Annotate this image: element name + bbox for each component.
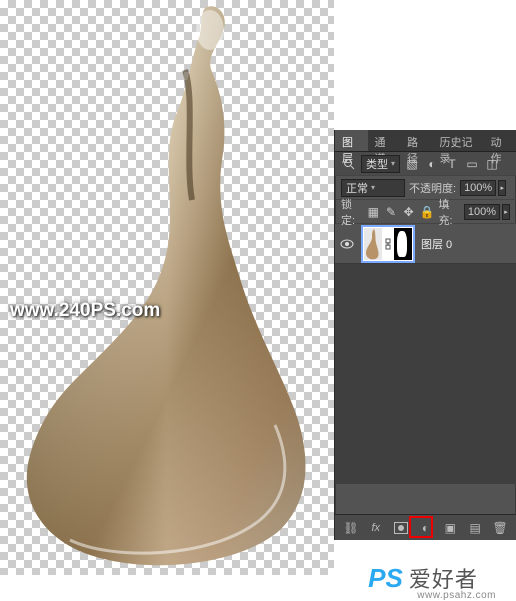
trash-icon[interactable]: 🗑: [492, 520, 508, 536]
footer-ps-text: PS: [368, 563, 403, 594]
tab-actions[interactable]: 动作: [484, 130, 516, 151]
filter-smart-icon[interactable]: ◫: [484, 156, 500, 172]
layer-row[interactable]: 图层 0: [335, 224, 516, 264]
filter-kind-label: 类型: [366, 156, 388, 172]
blend-mode-select[interactable]: 正常 ▾: [341, 179, 405, 197]
opacity-value: 100%: [460, 180, 496, 196]
lock-fill-row: 锁定: ▦ ✎ ✥ 🔒 填充: 100% ▸: [335, 200, 516, 224]
opacity-slider-icon[interactable]: ▸: [498, 180, 506, 196]
layer-name[interactable]: 图层 0: [421, 236, 452, 252]
tab-layers[interactable]: 图层: [335, 130, 368, 151]
fill-slider-icon[interactable]: ▸: [502, 204, 510, 220]
chevron-down-icon: ▾: [391, 159, 395, 168]
panel-tabs: 图层 通道 路径 历史记录 动作: [335, 130, 516, 152]
layer-mask-thumbnail[interactable]: [394, 228, 412, 260]
opacity-control[interactable]: 100% ▸: [460, 180, 506, 196]
add-mask-icon[interactable]: [393, 520, 409, 536]
link-layers-icon[interactable]: ⛓: [343, 520, 359, 536]
tab-history[interactable]: 历史记录: [433, 130, 484, 151]
lock-image-icon[interactable]: ✎: [384, 204, 398, 220]
tab-paths[interactable]: 路径: [400, 130, 433, 151]
lock-label: 锁定:: [341, 196, 362, 228]
canvas-area: www.240PS.com: [0, 0, 334, 575]
filter-type-icon[interactable]: T: [444, 156, 460, 172]
opacity-label: 不透明度:: [409, 180, 456, 196]
blend-mode-value: 正常: [346, 180, 368, 196]
panel-bottom-toolbar: ⛓ fx ◐ ▣ ▤ 🗑: [335, 514, 516, 540]
fill-value: 100%: [464, 204, 500, 220]
fill-control[interactable]: 100% ▸: [464, 204, 510, 220]
layers-panel: 图层 通道 路径 历史记录 动作 类型 ▾ ▧ ◐ T ▭ ◫ 正常 ▾ 不透明…: [334, 130, 516, 540]
group-icon[interactable]: ▣: [442, 520, 458, 536]
link-icon: [384, 238, 392, 250]
layer-thumbnail-group[interactable]: [361, 225, 415, 263]
lock-all-icon[interactable]: 🔒: [420, 204, 435, 220]
image-content: [10, 0, 330, 575]
new-layer-icon[interactable]: ▤: [467, 520, 483, 536]
watermark-text: www.240PS.com: [10, 300, 160, 322]
adjustment-layer-icon[interactable]: ◐: [418, 520, 434, 536]
layer-list: 图层 0: [335, 224, 516, 484]
layer-filter-row: 类型 ▾ ▧ ◐ T ▭ ◫: [335, 152, 516, 176]
chevron-down-icon: ▾: [371, 183, 375, 192]
footer-url: www.psahz.com: [417, 590, 496, 601]
lock-transparent-icon[interactable]: ▦: [366, 204, 380, 220]
fx-icon[interactable]: fx: [368, 520, 384, 536]
filter-pixel-icon[interactable]: ▧: [404, 156, 420, 172]
tab-channels[interactable]: 通道: [368, 130, 401, 151]
filter-kind-select[interactable]: 类型 ▾: [361, 155, 400, 173]
visibility-toggle[interactable]: [339, 236, 355, 252]
lock-position-icon[interactable]: ✥: [402, 204, 416, 220]
search-icon: [341, 156, 357, 172]
layer-thumbnail: [364, 228, 382, 260]
filter-shape-icon[interactable]: ▭: [464, 156, 480, 172]
fill-label: 填充:: [438, 196, 459, 228]
filter-adjust-icon[interactable]: ◐: [424, 156, 440, 172]
